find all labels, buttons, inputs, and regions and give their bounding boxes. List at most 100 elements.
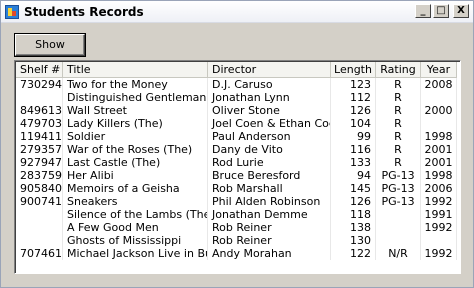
table-row[interactable]: 283759 Her Alibi Bruce Beresford 94 PG-13 199… (16, 169, 457, 182)
cell-year[interactable]: 2006 (421, 182, 457, 195)
cell-length[interactable]: 122 (331, 247, 376, 260)
cell-length[interactable]: 99 (331, 130, 376, 143)
cell-shelf[interactable]: 849613 (16, 104, 63, 117)
cell-length[interactable]: 123 (331, 78, 376, 91)
cell-title[interactable]: Soldier (63, 130, 208, 143)
cell-director[interactable]: Rob Marshall (208, 182, 331, 195)
table-row[interactable]: 479703 Lady Killers (The) Joel Coen & Etha… (16, 117, 457, 130)
cell-length[interactable]: 118 (331, 208, 376, 221)
cell-rating[interactable]: R (376, 104, 421, 117)
cell-rating[interactable] (376, 234, 421, 247)
cell-director[interactable]: Bruce Beresford (208, 169, 331, 182)
table-row[interactable]: 279357 War of the Roses (The) Dany de Vito… (16, 143, 457, 156)
cell-title[interactable]: Lady Killers (The) (63, 117, 208, 130)
cell-length[interactable]: 94 (331, 169, 376, 182)
column-header-shelf[interactable]: Shelf # (16, 62, 63, 78)
cell-director[interactable]: Paul Anderson (208, 130, 331, 143)
cell-rating[interactable]: PG-13 (376, 169, 421, 182)
cell-length[interactable]: 145 (331, 182, 376, 195)
cell-year[interactable]: 2001 (421, 143, 457, 156)
cell-title[interactable]: Michael Jackson Live in Buc... (63, 247, 208, 260)
table-row[interactable]: Silence of the Lambs (The) Jonathan Demme… (16, 208, 457, 221)
cell-length[interactable]: 126 (331, 195, 376, 208)
cell-rating[interactable]: PG-13 (376, 182, 421, 195)
cell-shelf[interactable]: 279357 (16, 143, 63, 156)
cell-shelf[interactable]: 283759 (16, 169, 63, 182)
cell-director[interactable]: Andy Morahan (208, 247, 331, 260)
cell-shelf[interactable] (16, 208, 63, 221)
cell-title[interactable]: Two for the Money (63, 78, 208, 91)
cell-year[interactable]: 1992 (421, 221, 457, 234)
cell-director[interactable]: Dany de Vito (208, 143, 331, 156)
show-button[interactable]: Show (15, 34, 85, 56)
cell-title[interactable]: War of the Roses (The) (63, 143, 208, 156)
cell-year[interactable] (421, 234, 457, 247)
minimize-button[interactable]: _ (415, 4, 431, 18)
cell-rating[interactable]: R (376, 130, 421, 143)
records-grid[interactable]: Shelf # Title Director Length Rating Yea… (14, 60, 461, 274)
app-icon[interactable] (5, 4, 19, 19)
cell-rating[interactable]: R (376, 91, 421, 104)
cell-length[interactable]: 133 (331, 156, 376, 169)
cell-length[interactable]: 130 (331, 234, 376, 247)
cell-year[interactable] (421, 91, 457, 104)
title-bar[interactable]: Students Records _ □ X (1, 1, 473, 23)
maximize-button[interactable]: □ (433, 4, 449, 18)
cell-shelf[interactable]: 730294 (16, 78, 63, 91)
cell-rating[interactable] (376, 208, 421, 221)
cell-director[interactable]: Rod Lurie (208, 156, 331, 169)
cell-title[interactable]: A Few Good Men (63, 221, 208, 234)
cell-rating[interactable]: R (376, 78, 421, 91)
column-header-rating[interactable]: Rating (376, 62, 421, 78)
cell-director[interactable]: Joel Coen & Ethan Coen (208, 117, 331, 130)
table-row[interactable]: 900741 Sneakers Phil Alden Robinson 126 PG-1… (16, 195, 457, 208)
table-row[interactable]: Ghosts of Mississippi Rob Reiner 130 (16, 234, 457, 247)
cell-shelf[interactable] (16, 91, 63, 104)
cell-shelf[interactable]: 707461 (16, 247, 63, 260)
cell-year[interactable]: 1992 (421, 195, 457, 208)
cell-length[interactable]: 116 (331, 143, 376, 156)
table-row[interactable]: 905840 Memoirs of a Geisha Rob Marshall 145… (16, 182, 457, 195)
cell-year[interactable]: 2001 (421, 156, 457, 169)
cell-title[interactable]: Silence of the Lambs (The) (63, 208, 208, 221)
table-row[interactable]: 849613 Wall Street Oliver Stone 126 R 2000 (16, 104, 457, 117)
cell-director[interactable]: Oliver Stone (208, 104, 331, 117)
cell-rating[interactable]: R (376, 117, 421, 130)
cell-title[interactable]: Her Alibi (63, 169, 208, 182)
table-row[interactable]: 730294 Two for the Money D.J. Caruso 123 R 20… (16, 78, 457, 91)
column-header-title[interactable]: Title (63, 62, 208, 78)
close-button[interactable]: X (453, 4, 469, 18)
cell-shelf[interactable]: 119411 (16, 130, 63, 143)
cell-shelf[interactable]: 905840 (16, 182, 63, 195)
cell-rating[interactable]: N/R (376, 247, 421, 260)
table-row[interactable]: Distinguished Gentleman (The)Jonathan Ly… (16, 91, 457, 104)
cell-title[interactable]: Sneakers (63, 195, 208, 208)
cell-title[interactable]: Memoirs of a Geisha (63, 182, 208, 195)
cell-shelf[interactable]: 900741 (16, 195, 63, 208)
cell-length[interactable]: 104 (331, 117, 376, 130)
cell-rating[interactable]: R (376, 156, 421, 169)
cell-title[interactable]: Distinguished Gentleman (The) (63, 91, 208, 104)
cell-director[interactable]: Phil Alden Robinson (208, 195, 331, 208)
column-header-director[interactable]: Director (208, 62, 331, 78)
table-row[interactable]: 119411 Soldier Paul Anderson 99 R 1998 (16, 130, 457, 143)
cell-shelf[interactable] (16, 234, 63, 247)
cell-title[interactable]: Last Castle (The) (63, 156, 208, 169)
column-header-year[interactable]: Year (421, 62, 457, 78)
cell-director[interactable]: Jonathan Demme (208, 208, 331, 221)
cell-year[interactable]: 1998 (421, 130, 457, 143)
cell-shelf[interactable]: 927947 (16, 156, 63, 169)
cell-shelf[interactable] (16, 221, 63, 234)
cell-director[interactable]: Rob Reiner (208, 221, 331, 234)
cell-length[interactable]: 138 (331, 221, 376, 234)
cell-length[interactable]: 112 (331, 91, 376, 104)
cell-year[interactable]: 2008 (421, 78, 457, 91)
table-row[interactable]: 707461Michael Jackson Live in Buc...Andy… (16, 247, 457, 260)
cell-year[interactable]: 2000 (421, 104, 457, 117)
cell-director[interactable]: Jonathan Lynn (208, 91, 331, 104)
table-row[interactable]: A Few Good Men Rob Reiner 138 1992 (16, 221, 457, 234)
cell-title[interactable]: Wall Street (63, 104, 208, 117)
cell-director[interactable]: Rob Reiner (208, 234, 331, 247)
table-row[interactable]: 927947 Last Castle (The) Rod Lurie 133 R 2001 (16, 156, 457, 169)
column-header-length[interactable]: Length (331, 62, 376, 78)
